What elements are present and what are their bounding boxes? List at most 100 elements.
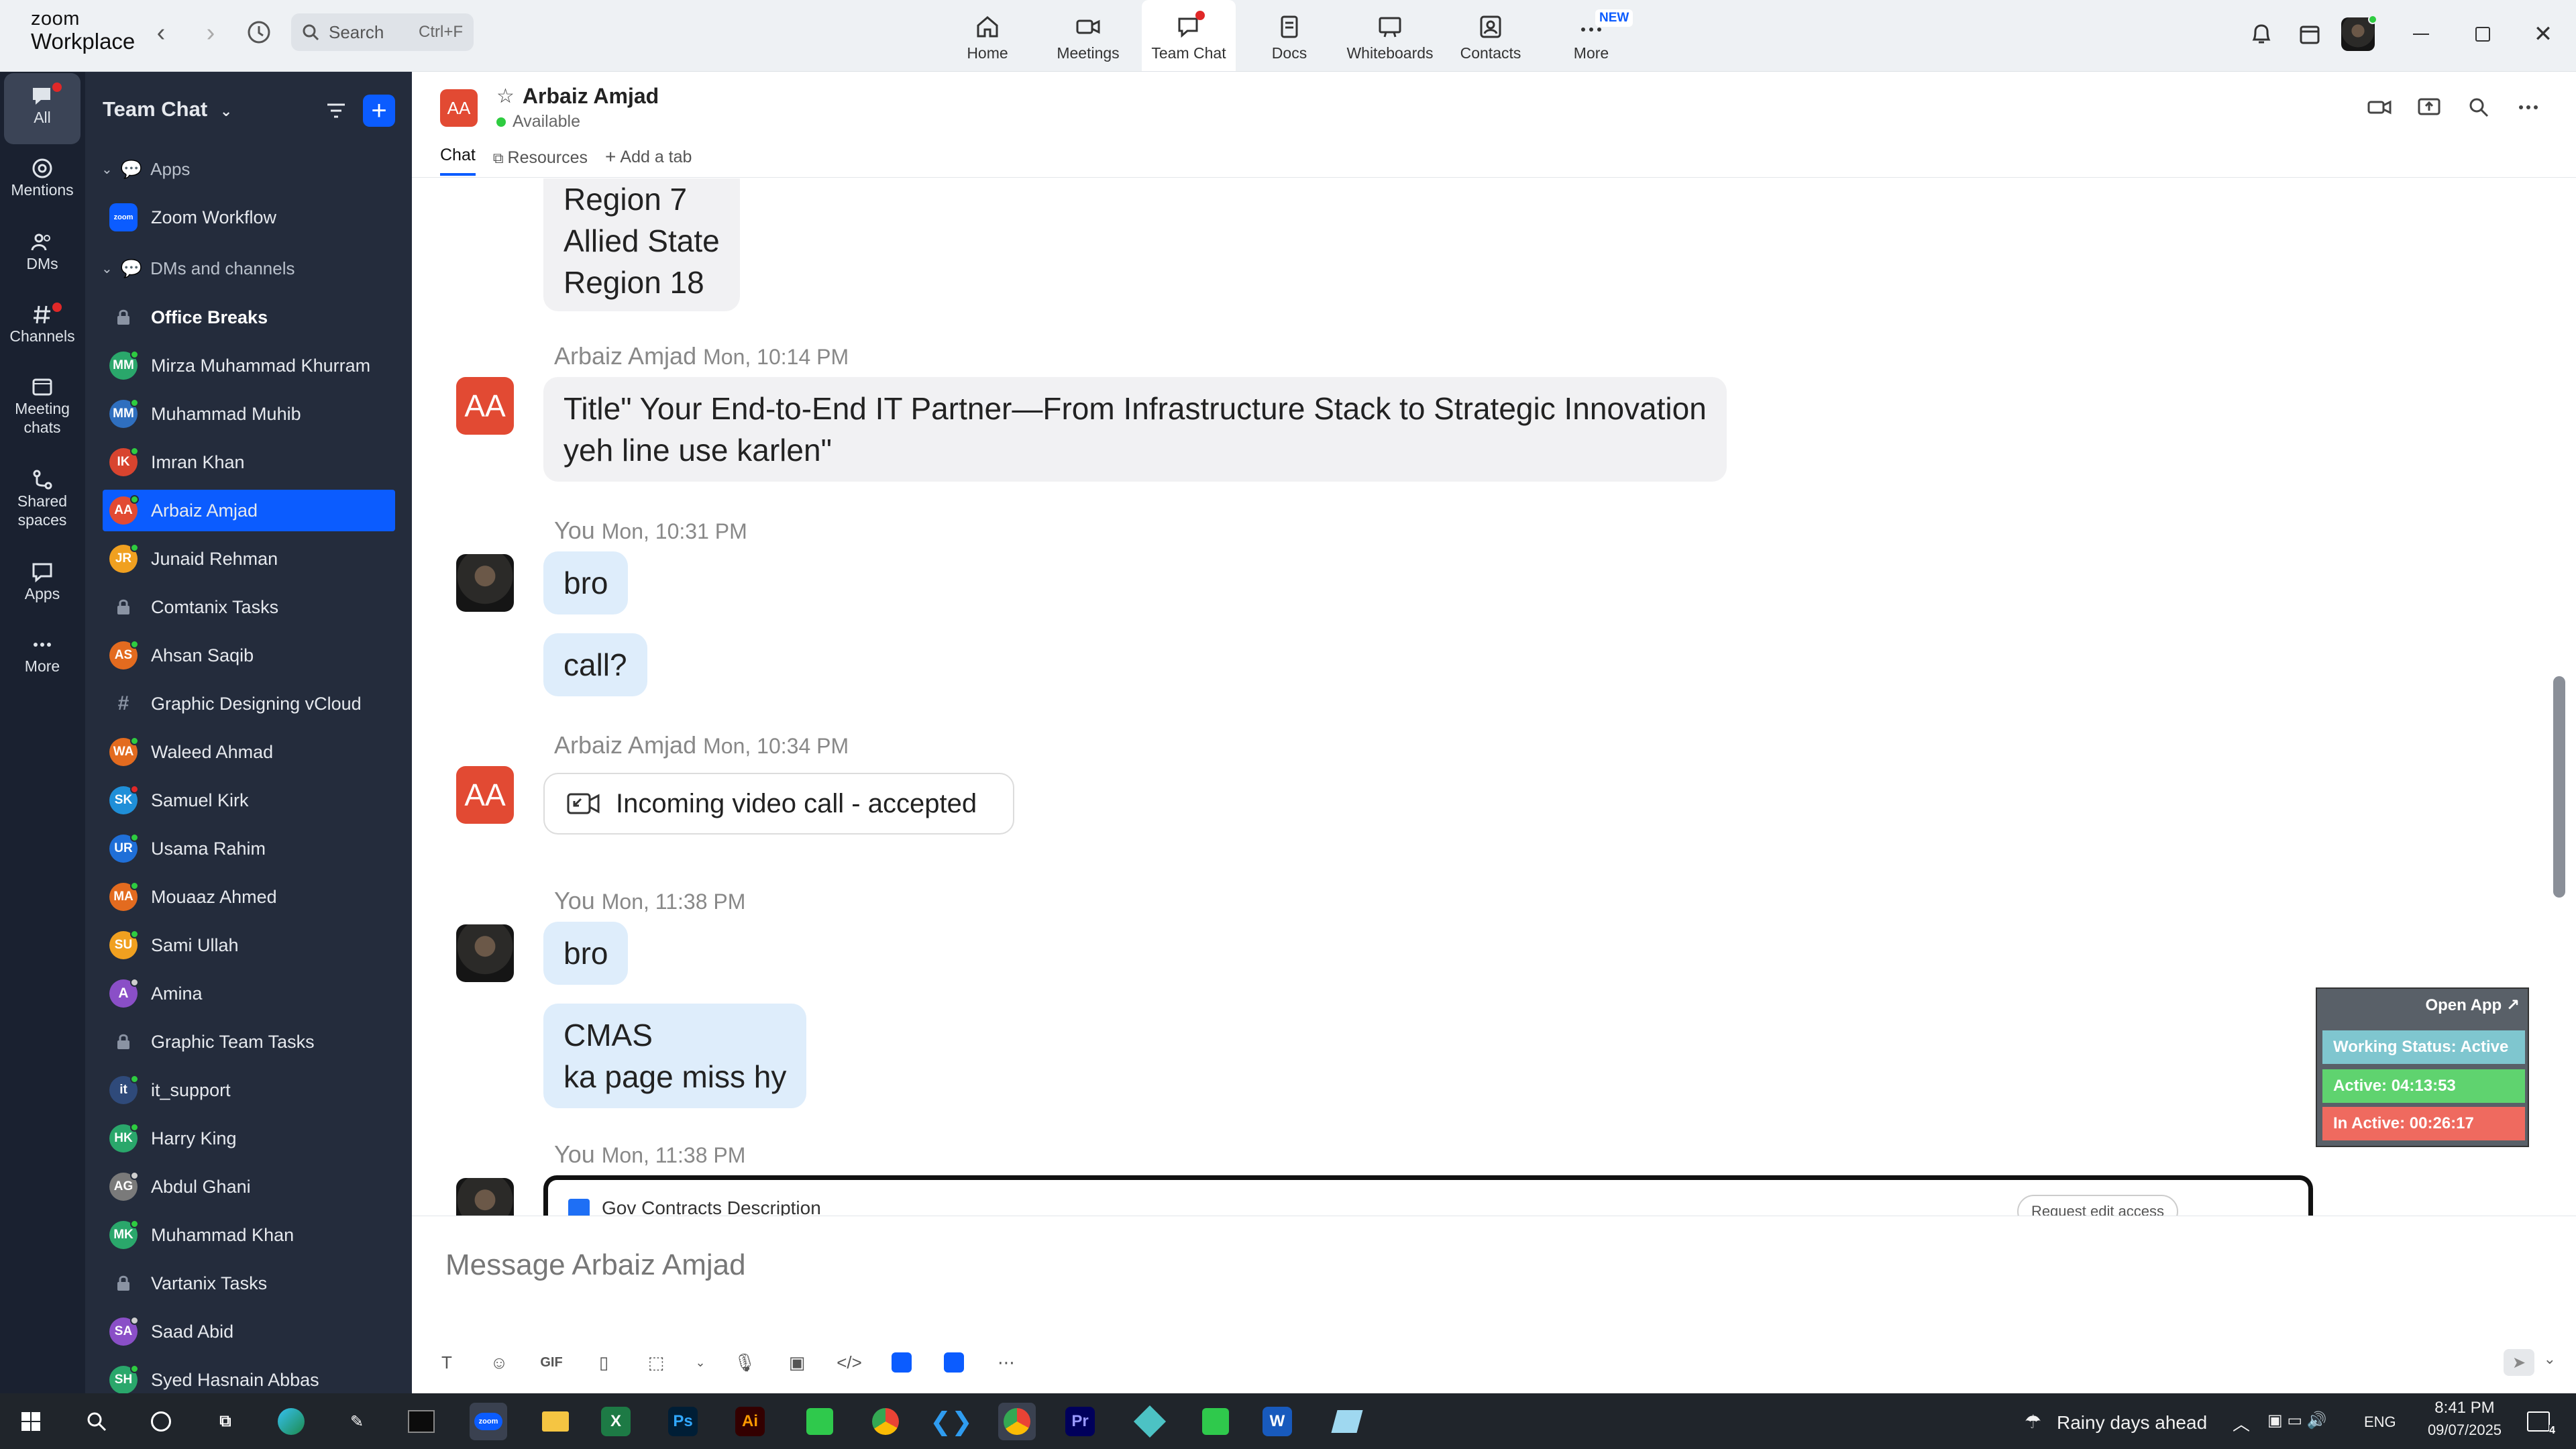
- open-app-link[interactable]: Open App ↗: [2425, 996, 2520, 1015]
- photoshop-icon[interactable]: Ps: [668, 1407, 698, 1436]
- sidebar-item[interactable]: AS Ahsan Saqib: [103, 635, 395, 676]
- cortana-icon[interactable]: [142, 1403, 180, 1440]
- app-teal-icon[interactable]: [1131, 1403, 1169, 1440]
- sidebar-item[interactable]: zoom Zoom Workflow: [103, 197, 395, 238]
- microphone-icon[interactable]: 🎙: [730, 1348, 759, 1377]
- word-icon[interactable]: W: [1263, 1407, 1292, 1436]
- share-screen-icon[interactable]: [2416, 95, 2442, 120]
- section-dms[interactable]: ⌄ 💬 DMs and channels: [101, 258, 294, 279]
- request-edit-access-button[interactable]: Request edit access: [2017, 1195, 2178, 1216]
- rail-apps[interactable]: Apps: [4, 560, 80, 603]
- rail-channels[interactable]: Channels: [4, 303, 80, 345]
- sidebar-item[interactable]: Vartanix Tasks: [103, 1263, 395, 1304]
- pen-icon[interactable]: ✎: [338, 1403, 376, 1440]
- sidebar-title[interactable]: Team Chat ⌄: [103, 97, 232, 121]
- video-message-icon[interactable]: ▣: [782, 1348, 812, 1377]
- terminal-icon[interactable]: [402, 1403, 440, 1440]
- sidebar-item[interactable]: SU Sami Ullah: [103, 924, 395, 966]
- message-bubble[interactable]: bro: [543, 551, 629, 614]
- app-green-2-icon[interactable]: [1197, 1403, 1234, 1440]
- illustrator-icon[interactable]: Ai: [735, 1407, 765, 1436]
- nav-more[interactable]: NEW More: [1544, 0, 1638, 71]
- nav-meetings[interactable]: Meetings: [1041, 0, 1135, 71]
- new-chat-button[interactable]: +: [363, 95, 395, 127]
- sidebar-item[interactable]: HK Harry King: [103, 1118, 395, 1159]
- filter-icon[interactable]: [324, 99, 348, 123]
- app-notepad-icon[interactable]: [1328, 1403, 1366, 1440]
- vscode-icon[interactable]: ❮❯: [930, 1403, 973, 1440]
- minimize-icon[interactable]: [2404, 17, 2438, 51]
- search-box[interactable]: Search Ctrl+F: [291, 13, 474, 51]
- app-chat-icon[interactable]: [939, 1348, 969, 1377]
- sidebar-item[interactable]: SK Samuel Kirk: [103, 780, 395, 821]
- tab-add[interactable]: + Add a tab: [605, 146, 692, 176]
- shared-doc-card[interactable]: Gov Contracts Description Request edit a…: [543, 1175, 2313, 1216]
- your-avatar[interactable]: [456, 1178, 514, 1216]
- close-icon[interactable]: ✕: [2526, 17, 2560, 51]
- message-list[interactable]: Region 7 Allied State Region 18 AA Arbai…: [412, 178, 2565, 1216]
- sender-avatar[interactable]: AA: [456, 377, 514, 435]
- user-avatar[interactable]: [2341, 15, 2377, 51]
- star-icon[interactable]: ☆: [496, 85, 515, 108]
- sidebar-item[interactable]: SA Saad Abid: [103, 1311, 395, 1352]
- restore-icon[interactable]: [2466, 17, 2500, 51]
- app-icon[interactable]: [887, 1348, 916, 1377]
- code-snippet-icon[interactable]: </>: [835, 1348, 864, 1377]
- section-apps[interactable]: ⌄ 💬 Apps: [101, 159, 190, 180]
- sidebar-item[interactable]: MM Muhammad Muhib: [103, 393, 395, 435]
- your-avatar[interactable]: [456, 554, 514, 612]
- sidebar-item[interactable]: MK Muhammad Khan: [103, 1214, 395, 1256]
- your-avatar[interactable]: [456, 924, 514, 982]
- sidebar-item[interactable]: A Amina: [103, 973, 395, 1014]
- sender-name[interactable]: Arbaiz Amjad: [554, 731, 696, 759]
- message-composer[interactable]: Message Arbaiz Amjad T ☺ GIF ▯ ⬚ ⌄ 🎙 ▣ <…: [412, 1216, 2576, 1393]
- file-explorer-icon[interactable]: [537, 1403, 574, 1440]
- sidebar-item[interactable]: Comtanix Tasks: [103, 586, 395, 628]
- message-bubble[interactable]: CMAS ka page miss hy: [543, 1004, 807, 1108]
- bell-icon[interactable]: [2245, 17, 2278, 51]
- system-tray-icons[interactable]: ▣ ▭ 🔊: [2267, 1411, 2327, 1430]
- sender-name[interactable]: Arbaiz Amjad: [554, 342, 696, 370]
- chevron-up-icon[interactable]: ︿: [2233, 1411, 2250, 1436]
- sidebar-item[interactable]: it it_support: [103, 1069, 395, 1111]
- nav-contacts[interactable]: Contacts: [1444, 0, 1538, 71]
- tab-chat[interactable]: Chat: [440, 146, 476, 176]
- sender-avatar[interactable]: AA: [456, 766, 514, 824]
- chevron-down-icon[interactable]: ⌄: [2544, 1350, 2556, 1368]
- nav-docs[interactable]: Docs: [1242, 0, 1336, 71]
- premiere-icon[interactable]: Pr: [1065, 1407, 1095, 1436]
- nav-home[interactable]: Home: [941, 0, 1034, 71]
- call-event-bubble[interactable]: Incoming video call - accepted: [543, 773, 1015, 835]
- send-icon[interactable]: ➤: [2504, 1349, 2534, 1376]
- video-call-icon[interactable]: [2367, 95, 2392, 120]
- chevron-down-icon[interactable]: ⌄: [694, 1348, 707, 1377]
- rail-mentions[interactable]: Mentions: [4, 156, 80, 199]
- emoji-icon[interactable]: ☺: [484, 1348, 514, 1377]
- nav-whiteboards[interactable]: Whiteboards: [1343, 0, 1437, 71]
- app-green-icon[interactable]: [801, 1403, 839, 1440]
- composer-placeholder[interactable]: Message Arbaiz Amjad: [445, 1248, 746, 1282]
- search-icon[interactable]: [78, 1403, 115, 1440]
- screenshot-icon[interactable]: ⬚: [641, 1348, 671, 1377]
- language-indicator[interactable]: ENG: [2364, 1413, 2396, 1431]
- weather-text[interactable]: Rainy days ahead: [2057, 1412, 2207, 1434]
- more-tools-icon[interactable]: ⋯: [991, 1348, 1021, 1377]
- nav-team-chat[interactable]: Team Chat: [1142, 0, 1236, 71]
- sidebar-item[interactable]: # Graphic Designing vCloud: [103, 683, 395, 724]
- message-bubble[interactable]: Title" Your End-to-End IT Partner—From I…: [543, 377, 1727, 482]
- rail-all[interactable]: All: [4, 73, 80, 144]
- clock-date[interactable]: 09/07/2025: [2420, 1421, 2509, 1439]
- excel-icon[interactable]: X: [601, 1407, 631, 1436]
- message-scrollbar[interactable]: [2553, 676, 2565, 898]
- sidebar-item[interactable]: Office Breaks: [103, 297, 395, 338]
- sidebar-item[interactable]: MM Mirza Muhammad Khurram: [103, 345, 395, 386]
- tab-resources[interactable]: ⧉ Resources: [493, 148, 588, 176]
- sidebar-item[interactable]: JR Junaid Rehman: [103, 538, 395, 580]
- message-bubble[interactable]: call?: [543, 633, 647, 696]
- back-arrow-icon[interactable]: ‹: [148, 19, 174, 48]
- sidebar-item[interactable]: AA Arbaiz Amjad: [103, 490, 395, 531]
- clock-time[interactable]: 8:41 PM: [2424, 1399, 2505, 1417]
- forward-arrow-icon[interactable]: ›: [197, 19, 224, 48]
- calendar-icon[interactable]: [2293, 17, 2326, 51]
- sidebar-item[interactable]: WA Waleed Ahmad: [103, 731, 395, 773]
